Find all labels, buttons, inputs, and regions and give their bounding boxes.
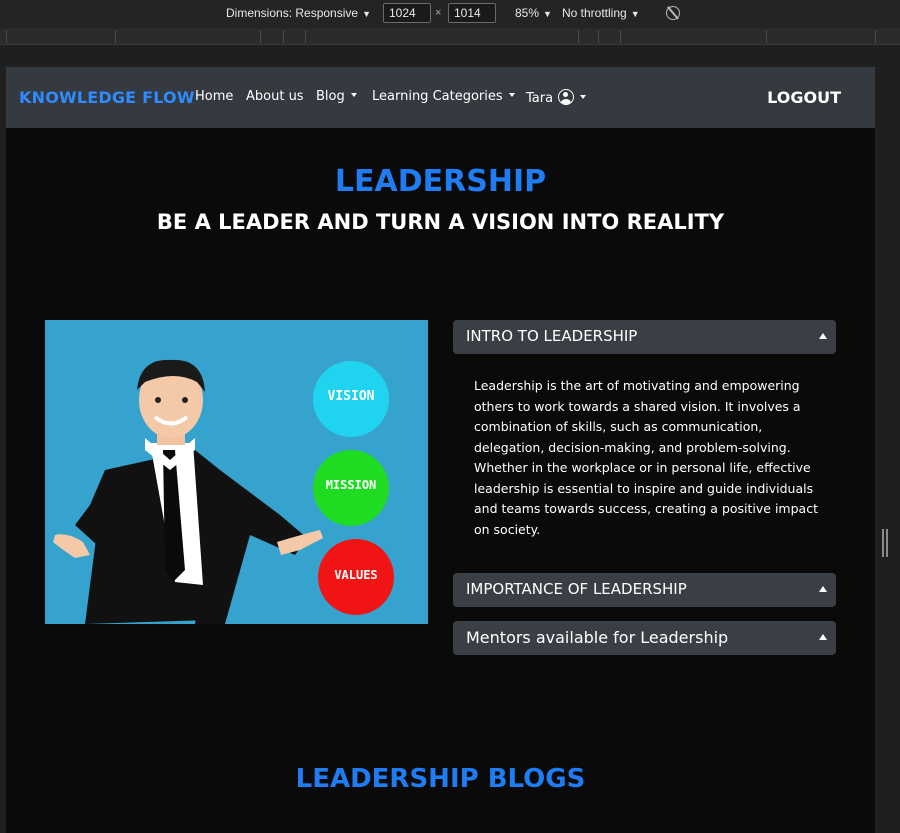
rotate-disabled-icon[interactable] — [666, 6, 680, 20]
nav-about-us[interactable]: About us — [246, 89, 304, 104]
caret-up-icon — [819, 586, 827, 592]
logout-button[interactable]: LOGOUT — [767, 88, 841, 107]
media-query-ruler — [0, 28, 900, 45]
accordion-importance-title: IMPORTANCE OF LEADERSHIP — [466, 580, 687, 598]
accordion-mentors-title: Mentors available for Leadership — [466, 628, 729, 647]
nav-learning-categories-label: Learning Categories — [372, 89, 503, 104]
nav-home[interactable]: Home — [195, 89, 233, 104]
vision-label: VISION — [327, 389, 375, 404]
throttling-label: No throttling — [562, 6, 627, 20]
caret-up-icon — [819, 333, 827, 339]
accordion-mentors-header[interactable]: Mentors available for Leadership — [453, 621, 836, 655]
nav-learning-categories-dropdown[interactable]: Learning Categories — [372, 89, 515, 104]
values-label: VALUES — [334, 568, 378, 582]
dimensions-label: Dimensions: Responsive — [226, 6, 359, 20]
nav-blog-dropdown[interactable]: Blog — [316, 89, 357, 104]
page-title: LEADERSHIP — [334, 164, 547, 199]
user-circle-icon — [558, 89, 575, 105]
accordion-intro-body: Leadership is the art of motivating and … — [474, 378, 818, 537]
width-input[interactable]: 1024 — [383, 3, 431, 23]
throttling-dropdown[interactable]: No throttling ▼ — [562, 6, 640, 20]
zoom-label: 85% — [515, 6, 540, 20]
caret-up-icon — [819, 634, 827, 640]
chevron-down-icon: ▼ — [630, 9, 640, 19]
dimensions-dropdown[interactable]: Dimensions: Responsive ▼ — [226, 6, 371, 20]
nav-user-dropdown[interactable]: Tara — [526, 89, 586, 106]
height-input[interactable]: 1014 — [448, 3, 496, 23]
blogs-section-title: LEADERSHIP BLOGS — [295, 764, 586, 794]
page-subtitle: BE A LEADER AND TURN A VISION INTO REALI… — [156, 210, 725, 234]
times-icon: × — [435, 7, 442, 19]
leadership-illustration: VISION MISSION VALUES — [45, 320, 428, 624]
chevron-down-icon: ▼ — [543, 9, 552, 19]
nav-blog-label: Blog — [316, 89, 345, 104]
devtools-toolbar: Dimensions: Responsive ▼ 1024 × 1014 85% ▼… — [0, 0, 900, 28]
user-name: Tara — [526, 91, 554, 106]
zoom-dropdown[interactable]: 85% ▼ — [515, 6, 552, 20]
resize-handle[interactable] — [882, 529, 888, 557]
page-viewport: KNOWLEDGE FLOW Home About us Blog Learni… — [6, 67, 875, 833]
chevron-down-icon: ▼ — [362, 9, 371, 19]
navbar: KNOWLEDGE FLOW Home About us Blog Learni… — [6, 67, 875, 128]
accordion-intro-header[interactable]: INTRO TO LEADERSHIP — [453, 320, 836, 354]
accordion-intro-title: INTRO TO LEADERSHIP — [466, 327, 638, 345]
accordion-importance-header[interactable]: IMPORTANCE OF LEADERSHIP — [453, 573, 836, 607]
brand-logo[interactable]: KNOWLEDGE FLOW — [19, 88, 195, 107]
mission-label: MISSION — [325, 478, 377, 492]
